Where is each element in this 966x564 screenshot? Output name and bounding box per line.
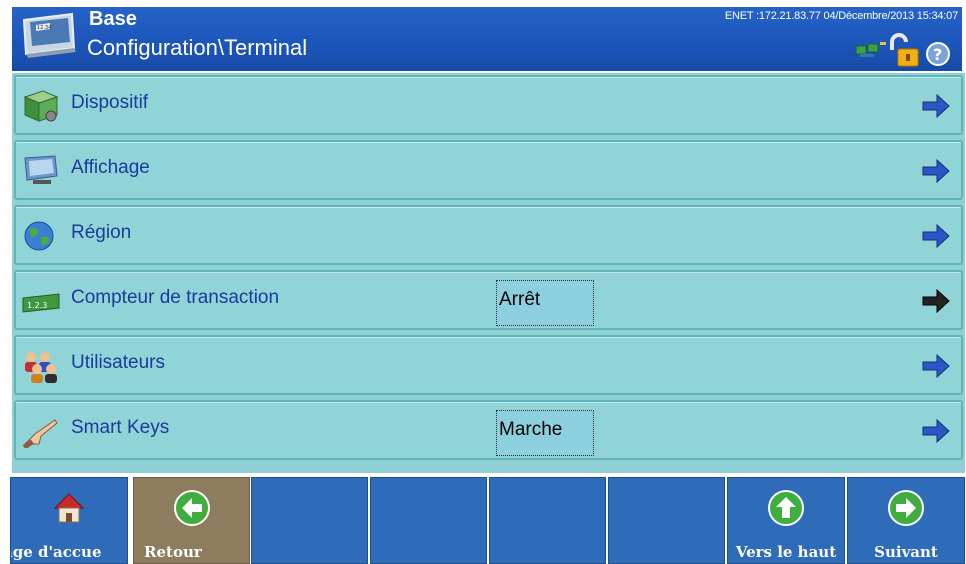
globe-icon (24, 221, 54, 251)
header-icons: ? (855, 33, 950, 67)
home-button[interactable]: age d'accue (10, 477, 128, 564)
menu-row-compteur[interactable]: 1.2.3 Compteur de transaction Arrêt (14, 270, 963, 330)
svg-text:?: ? (933, 45, 942, 64)
right-arrow-icon[interactable] (921, 221, 951, 251)
unlock-icon (890, 33, 919, 67)
home-icon (53, 493, 85, 523)
nav-button-label: Suivant (874, 543, 938, 561)
breadcrumb: Configuration\Terminal (87, 35, 308, 60)
bottom-nav: age d'accue Retour Vers le haut Suivant (10, 477, 965, 564)
menu-row-label: Smart Keys (71, 417, 170, 438)
counter-icon: 1.2.3 (22, 293, 60, 313)
menu-row-label: Affichage (71, 157, 150, 178)
back-button[interactable]: Retour (133, 477, 250, 564)
display-icon (24, 155, 58, 184)
counter-icon-text: 1.2.3 (27, 301, 47, 310)
next-button[interactable]: Suivant (847, 477, 965, 564)
menu-row-smart-keys[interactable]: Smart Keys Marche (14, 400, 963, 460)
device-icon (23, 90, 59, 122)
nav-button-label: age d'accue (10, 543, 102, 561)
top-button[interactable]: Vers le haut (727, 477, 845, 564)
right-arrow-icon[interactable] (921, 351, 951, 381)
terminal-icon: 12.34 (22, 12, 76, 58)
header-bar: 12.34 Base Configuration\Terminal ENET :… (12, 7, 962, 71)
menu-row-utilisateurs[interactable]: Utilisateurs (14, 335, 963, 395)
right-arrow-icon[interactable] (921, 156, 951, 186)
pointer-hand-icon (22, 419, 58, 448)
status-text: ENET :172.21.83.77 04/Décembre/2013 15:3… (724, 10, 958, 22)
nav-button-empty-1[interactable] (251, 477, 368, 564)
menu-list: Dispositif Affichage Région 1.2.3 Compte… (12, 73, 965, 473)
network-icon (855, 42, 886, 57)
menu-row-label: Compteur de transaction (71, 287, 280, 308)
menu-row-region[interactable]: Région (14, 205, 963, 265)
menu-row-label: Région (71, 222, 132, 243)
screen: 12.34 Base Configuration\Terminal ENET :… (0, 0, 966, 564)
smart-keys-value[interactable]: Marche (496, 410, 594, 456)
transaction-counter-value[interactable]: Arrêt (496, 280, 594, 326)
nav-button-empty-4[interactable] (608, 477, 725, 564)
page-title: Base (89, 8, 137, 30)
up-arrow-icon (768, 490, 804, 526)
menu-row-dispositif[interactable]: Dispositif (14, 75, 963, 135)
right-arrow-icon (888, 490, 924, 526)
left-arrow-icon (173, 490, 210, 526)
right-arrow-icon[interactable] (921, 416, 951, 446)
nav-button-empty-2[interactable] (370, 477, 487, 564)
terminal-icon-screen-text: 12.34 (37, 25, 51, 31)
menu-row-label: Utilisateurs (71, 352, 165, 373)
nav-button-empty-3[interactable] (489, 477, 606, 564)
right-arrow-icon[interactable] (921, 91, 951, 121)
menu-row-label: Dispositif (71, 92, 149, 113)
right-arrow-icon[interactable] (921, 286, 951, 316)
nav-button-label: Vers le haut (735, 543, 837, 561)
nav-button-label: Retour (144, 543, 202, 561)
users-icon (25, 352, 57, 383)
menu-row-affichage[interactable]: Affichage (14, 140, 963, 200)
help-icon[interactable]: ? (926, 42, 950, 66)
